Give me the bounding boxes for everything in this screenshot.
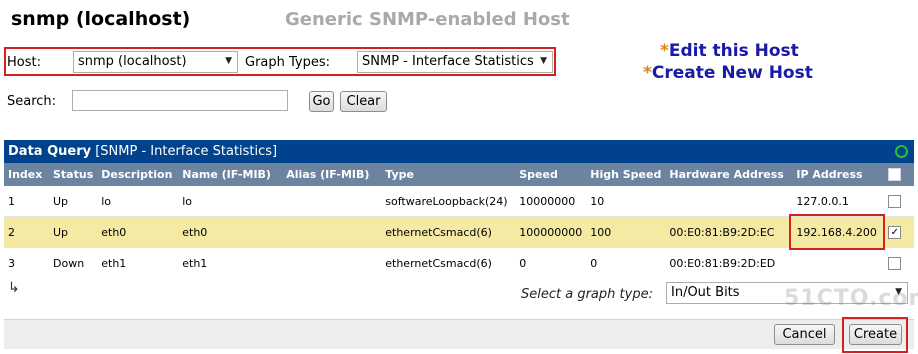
chevron-down-icon: ▼ <box>225 56 232 66</box>
search-input[interactable] <box>72 90 288 111</box>
row-checkbox-checked[interactable]: ✓ <box>888 225 902 239</box>
ip-address-highlight-box <box>789 214 885 250</box>
host-label: Host: <box>7 55 41 70</box>
data-query-name: [SNMP - Interface Statistics] <box>95 144 278 159</box>
cell-checkbox <box>884 247 914 278</box>
create-host-link[interactable]: *Create New Host <box>643 63 813 83</box>
cell-ip-address: 127.0.0.1 <box>796 194 849 208</box>
graph-type-select-value: In/Out Bits <box>671 285 740 300</box>
refresh-icon[interactable] <box>895 145 908 158</box>
select-all-checkbox[interactable] <box>888 168 902 182</box>
column-header-status[interactable]: Status <box>49 163 98 186</box>
cell-status: Up <box>49 216 98 248</box>
table-header-row: Index Status Description Name (IF-MIB) A… <box>4 163 914 186</box>
cell-speed: 100000000 <box>515 216 587 248</box>
data-query-table: Index Status Description Name (IF-MIB) A… <box>4 163 914 278</box>
cell-index: 2 <box>4 216 49 248</box>
cell-index: 3 <box>4 247 49 278</box>
cell-type: ethernetCsmacd(6) <box>381 247 516 278</box>
table-row[interactable]: 1 Up lo lo softwareLoopback(24) 10000000… <box>4 186 914 217</box>
column-header-ip-address[interactable]: IP Address <box>792 163 885 186</box>
cell-speed: 0 <box>515 247 587 278</box>
chevron-down-icon: ▼ <box>540 56 547 66</box>
graph-types-select-value: SNMP - Interface Statistics <box>362 54 534 69</box>
search-label: Search: <box>7 94 57 109</box>
page-title: snmp (localhost) <box>11 8 191 30</box>
cell-description: lo <box>101 194 112 208</box>
cancel-button[interactable]: Cancel <box>774 324 835 345</box>
cell-checkbox <box>884 186 914 217</box>
create-host-label: Create New Host <box>651 63 813 83</box>
column-header-speed[interactable]: Speed <box>515 163 587 186</box>
star-marker: * <box>660 41 669 61</box>
column-header-index[interactable]: Index <box>4 163 49 186</box>
cell-high-speed: 0 <box>586 247 666 278</box>
column-header-name[interactable]: Name (IF-MIB) <box>178 163 283 186</box>
star-marker: * <box>643 63 652 83</box>
host-select[interactable]: snmp (localhost) ▼ <box>73 51 238 73</box>
graph-type-label: Select a graph type: <box>521 287 653 302</box>
cell-description: eth1 <box>97 247 179 278</box>
data-query-header: Data Query [SNMP - Interface Statistics] <box>4 140 914 163</box>
table-row[interactable]: 3 Down eth1 eth1 ethernetCsmacd(6) 0 0 0… <box>4 247 914 278</box>
select-all-cell <box>884 163 914 186</box>
return-arrow-icon: ↳ <box>8 280 20 296</box>
cell-name: lo <box>182 194 193 208</box>
host-template-name: Generic SNMP-enabled Host <box>285 9 570 30</box>
row-checkbox[interactable] <box>888 194 902 208</box>
cell-alias <box>282 247 382 278</box>
column-header-hardware-address[interactable]: Hardware Address <box>665 163 793 186</box>
cell-alias <box>282 216 382 248</box>
column-header-type[interactable]: Type <box>381 163 516 186</box>
cell-alias <box>282 186 381 217</box>
cell-hardware-address: 00:E0:81:B9:2D:EC <box>665 216 793 248</box>
cell-hardware-address <box>665 186 792 217</box>
cell-high-speed: 10 <box>590 194 605 208</box>
cell-speed: 10000000 <box>519 194 576 208</box>
cell-status: Down <box>49 247 98 278</box>
cell-high-speed: 100 <box>586 216 666 248</box>
clear-button[interactable]: Clear <box>340 91 387 112</box>
create-highlight-box <box>842 317 908 353</box>
cell-hardware-address: 00:E0:81:B9:2D:ED <box>665 247 793 278</box>
column-header-description[interactable]: Description <box>97 163 179 186</box>
host-select-value: snmp (localhost) <box>78 54 187 69</box>
cell-ip-address <box>792 247 885 278</box>
edit-host-link[interactable]: *Edit this Host <box>660 41 799 61</box>
column-header-high-speed[interactable]: High Speed <box>586 163 666 186</box>
row-checkbox[interactable] <box>888 256 902 270</box>
column-header-alias[interactable]: Alias (IF-MIB) <box>282 163 382 186</box>
data-query-title: Data Query <box>8 144 92 159</box>
cell-type: softwareLoopback(24) <box>385 194 508 208</box>
edit-host-label: Edit this Host <box>668 41 799 61</box>
watermark: 51CTO.com <box>784 286 918 311</box>
cell-index: 1 <box>8 194 15 208</box>
graph-types-label: Graph Types: <box>245 55 331 70</box>
cell-name: eth0 <box>178 216 283 248</box>
table-row-selected[interactable]: 2 Up eth0 eth0 ethernetCsmacd(6) 1000000… <box>4 216 914 248</box>
graph-types-select[interactable]: SNMP - Interface Statistics ▼ <box>357 51 553 73</box>
cell-status: Up <box>53 194 69 208</box>
cell-description: eth0 <box>97 216 179 248</box>
cell-checkbox: ✓ <box>884 216 914 248</box>
cell-name: eth1 <box>178 247 283 278</box>
cell-type: ethernetCsmacd(6) <box>381 216 516 248</box>
go-button[interactable]: Go <box>309 91 334 112</box>
